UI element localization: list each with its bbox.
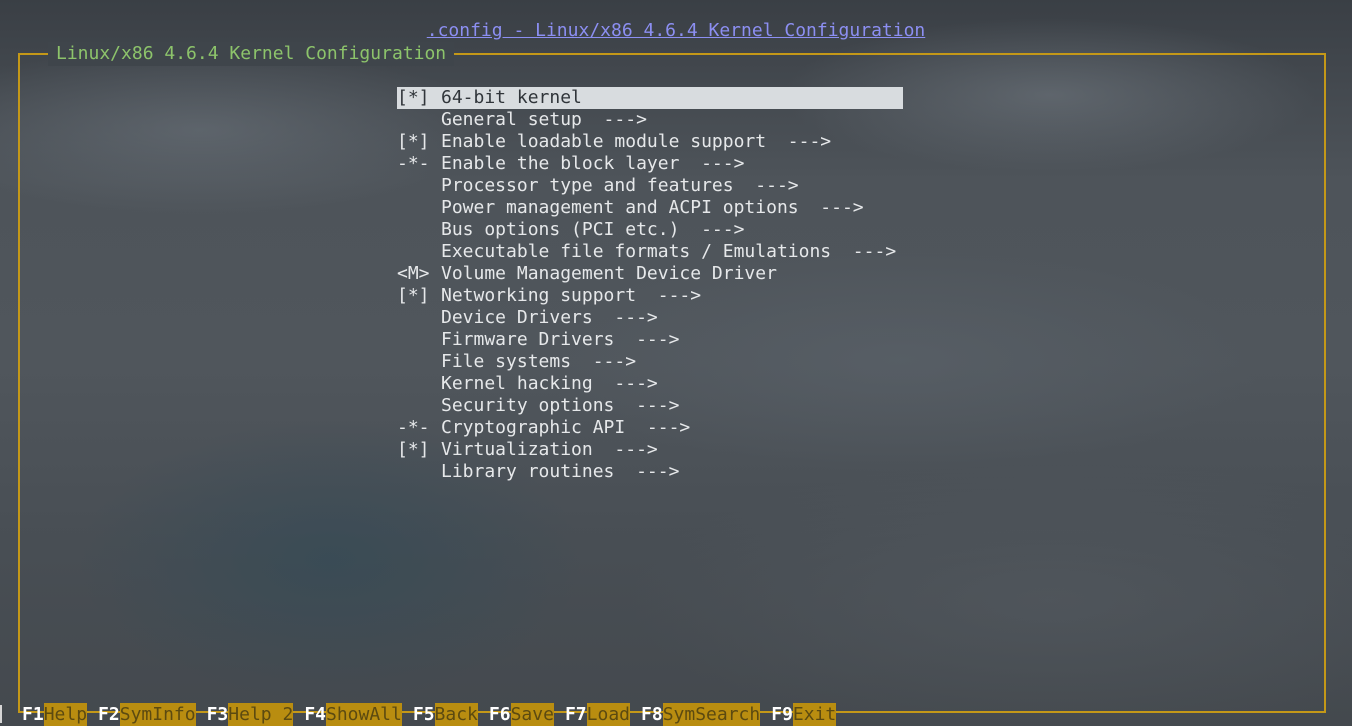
menu-item[interactable]: -*- Enable the block layer --->	[397, 153, 903, 175]
menu-item-mark: [*]	[397, 131, 430, 152]
menu-item[interactable]: File systems --->	[397, 351, 903, 373]
fkey-label: SymInfo	[119, 703, 196, 726]
fkey-key: F7	[564, 704, 587, 725]
fkey-symsearch-button[interactable]: F8 SymSearch	[641, 703, 761, 726]
fkey-key: F8	[641, 704, 663, 725]
fkey-label: Help	[43, 703, 88, 726]
menu-item-label: Volume Management Device Driver	[441, 263, 777, 284]
fkey-key: F9	[771, 704, 793, 725]
menu-item-label: File systems --->	[441, 351, 637, 372]
menu-item-label: Cryptographic API --->	[441, 417, 691, 438]
fkey-key: F1	[22, 704, 44, 725]
fkey-label: Exit	[792, 703, 837, 726]
menu-item-label: General setup --->	[441, 109, 647, 130]
menu-item-label: Firmware Drivers --->	[441, 329, 680, 350]
menu-item[interactable]: Security options --->	[397, 395, 903, 417]
menu-item-label: Kernel hacking --->	[441, 373, 658, 394]
fkey-save-button[interactable]: F6 Save	[489, 703, 554, 726]
menu-item-label: Networking support --->	[441, 285, 702, 306]
fkey-back-button[interactable]: F5 Back	[413, 703, 478, 726]
fkey-key: F6	[488, 704, 511, 725]
fkey-help-button[interactable]: F1 Help	[22, 703, 88, 726]
menu-item-label: Processor type and features --->	[441, 175, 799, 196]
menu-item[interactable]: [*] 64-bit kernel	[397, 87, 903, 109]
menu-item[interactable]: Firmware Drivers --->	[397, 329, 903, 351]
menu-item-mark: -*-	[397, 417, 430, 438]
menu-item-label: Device Drivers --->	[441, 307, 658, 328]
function-key-bar: F1 Help F2 SymInfo F3 Help 2 F4 ShowAll F5 Back F6…	[22, 703, 847, 726]
fkey-label: Load	[586, 703, 630, 726]
fkey-label: ShowAll	[326, 703, 402, 726]
menu-item-label: Library routines --->	[441, 461, 680, 482]
dialog-title: Linux/x86 4.6.4 Kernel Configuration	[48, 42, 455, 66]
menu-item[interactable]: Power management and ACPI options --->	[397, 197, 903, 219]
menu-item[interactable]: Library routines --->	[397, 461, 903, 483]
fkey-exit-button[interactable]: F9 Exit	[771, 703, 837, 726]
menu-item[interactable]: [*] Networking support --->	[397, 285, 903, 307]
terminal-cursor	[0, 705, 2, 723]
fkey-key: F5	[412, 704, 435, 725]
menu-item-label: Virtualization --->	[441, 439, 658, 460]
menu-item[interactable]: Executable file formats / Emulations ---…	[397, 241, 903, 263]
fkey-key: F3	[206, 704, 229, 725]
fkey-help-2-button[interactable]: F3 Help 2	[207, 703, 294, 726]
menu-item-mark: -*-	[397, 153, 430, 174]
menu-item-label: 64-bit kernel	[441, 87, 582, 108]
fkey-key: F2	[98, 704, 120, 725]
menu-item[interactable]: [*] Virtualization --->	[397, 439, 903, 461]
menu-item-label: Bus options (PCI etc.) --->	[441, 219, 745, 240]
fkey-label: Back	[434, 703, 478, 726]
fkey-label: Help 2	[228, 703, 294, 726]
fkey-label: SymSearch	[662, 703, 761, 726]
menu-item-label: Enable the block layer --->	[441, 153, 745, 174]
menu-item-mark: [*]	[397, 439, 430, 460]
menu-item-mark: [*]	[397, 285, 430, 306]
menu-item-label: Executable file formats / Emulations ---…	[441, 241, 897, 262]
menu-item[interactable]: [*] Enable loadable module support --->	[397, 131, 903, 153]
menu-item[interactable]: General setup --->	[397, 109, 903, 131]
fkey-syminfo-button[interactable]: F2 SymInfo	[98, 703, 196, 726]
menu-item-label: Power management and ACPI options --->	[441, 197, 864, 218]
menu-item[interactable]: Processor type and features --->	[397, 175, 903, 197]
config-menu: [*] 64-bit kernel General setup ---> [*] Ena…	[397, 87, 903, 483]
menu-item[interactable]: -*- Cryptographic API --->	[397, 417, 903, 439]
menu-item-label: Enable loadable module support --->	[441, 131, 832, 152]
menu-item-mark: <M>	[397, 263, 430, 284]
fkey-label: Save	[510, 703, 554, 726]
fkey-key: F4	[304, 704, 326, 725]
menu-item-label: Security options --->	[441, 395, 680, 416]
menu-item[interactable]: <M> Volume Management Device Driver	[397, 263, 903, 285]
menu-item[interactable]: Device Drivers --->	[397, 307, 903, 329]
menu-item-mark: [*]	[397, 87, 430, 108]
fkey-load-button[interactable]: F7 Load	[565, 703, 630, 726]
window-title: .config - Linux/x86 4.6.4 Kernel Configu…	[426, 20, 926, 41]
fkey-showall-button[interactable]: F4 ShowAll	[304, 703, 402, 726]
menu-item[interactable]: Kernel hacking --->	[397, 373, 903, 395]
menu-item[interactable]: Bus options (PCI etc.) --->	[397, 219, 903, 241]
